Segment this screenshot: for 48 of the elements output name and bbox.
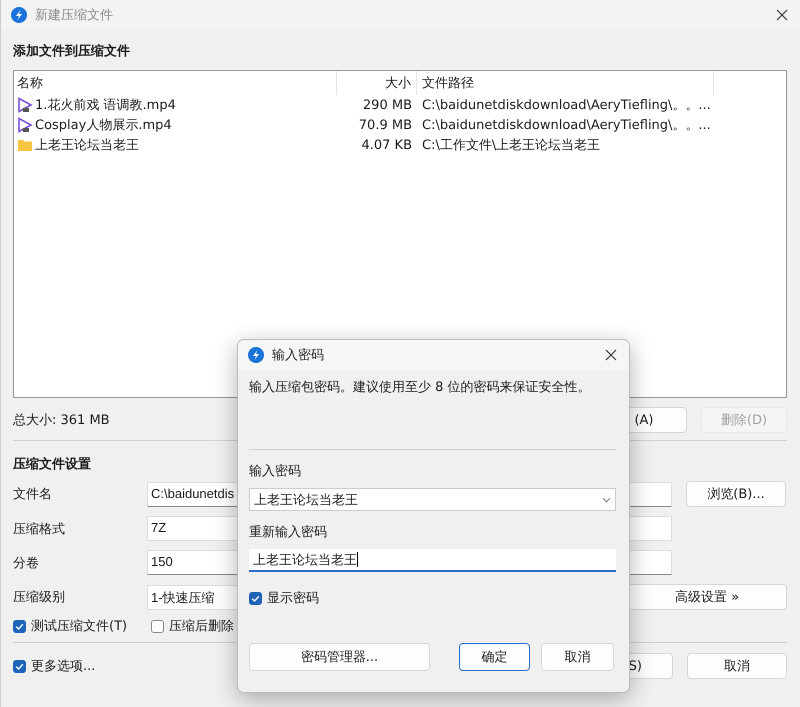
file-path: C:\baidunetdiskdownload\AeryTiefling\。。... [421, 97, 712, 114]
close-icon[interactable] [605, 349, 617, 361]
checkbox-label[interactable]: 压缩后删除 [169, 617, 234, 635]
file-path: C:\baidunetdiskdownload\AeryTiefling\。。... [421, 117, 712, 134]
checkbox[interactable] [151, 620, 164, 632]
dialog-title: 输入密码 [272, 347, 324, 364]
checkbox[interactable] [13, 620, 26, 632]
folder-icon [17, 137, 33, 153]
video-file-icon [17, 97, 33, 113]
section-heading: 压缩文件设置 [13, 456, 91, 473]
field-label: 文件名 [13, 486, 53, 503]
dialog-button[interactable]: 密码管理器... [249, 643, 430, 671]
checkbox[interactable] [249, 592, 262, 604]
file-name[interactable]: 上老王论坛当老王 [35, 136, 139, 154]
column-header[interactable]: 名称 [14, 71, 337, 95]
file-name[interactable]: 1.花火前戏 语调教.mp4 [35, 96, 176, 114]
field-label: 输入密码 [249, 463, 302, 480]
file-size: 4.07 KB [360, 138, 413, 152]
file-path: C:\工作文件\上老王论坛当老王 [421, 137, 602, 154]
file-name[interactable]: Cosplay人物展示.mp4 [35, 116, 172, 134]
password-field[interactable]: 上老王论坛当老王 [249, 549, 616, 572]
file-size: 290 MB [362, 98, 413, 112]
field-label: 分卷 [13, 554, 40, 572]
field-label: 重新输入密码 [249, 524, 328, 541]
password-field[interactable]: 上老王论坛当老王 [249, 488, 616, 511]
video-file-icon [17, 117, 33, 133]
app-logo-icon [11, 7, 27, 23]
cancel-button[interactable]: 取消 [687, 653, 787, 679]
checkbox-label[interactable]: 更多选项... [31, 657, 96, 675]
app-logo-icon [248, 347, 264, 363]
close-icon[interactable] [776, 9, 788, 21]
field-label: 压缩格式 [13, 520, 66, 538]
chevron-down-icon [602, 496, 611, 502]
dialog-button[interactable]: 确定 [459, 643, 530, 671]
column-header[interactable]: 文件路径 [417, 71, 714, 95]
checkbox-label[interactable]: 测试压缩文件(T) [31, 617, 128, 635]
file-size: 70.9 MB [358, 118, 413, 132]
checkbox[interactable] [13, 660, 26, 672]
dialog-button[interactable]: 取消 [541, 643, 614, 671]
window-title: 新建压缩文件 [35, 7, 113, 24]
checkbox-label[interactable]: 显示密码 [267, 589, 319, 607]
field-label: 压缩级别 [13, 589, 66, 606]
dialog-message: 输入压缩包密码。建议使用至少 8 位的密码来保证安全性。 [249, 379, 592, 396]
advanced-settings-button[interactable]: 高级设置 » [627, 584, 787, 610]
section-heading: 添加文件到压缩文件 [13, 42, 130, 60]
column-header[interactable]: 大小 [337, 71, 417, 95]
total-size: 总大小: 361 MB [13, 412, 110, 429]
browse-button[interactable]: 浏览(B)... [686, 481, 786, 507]
